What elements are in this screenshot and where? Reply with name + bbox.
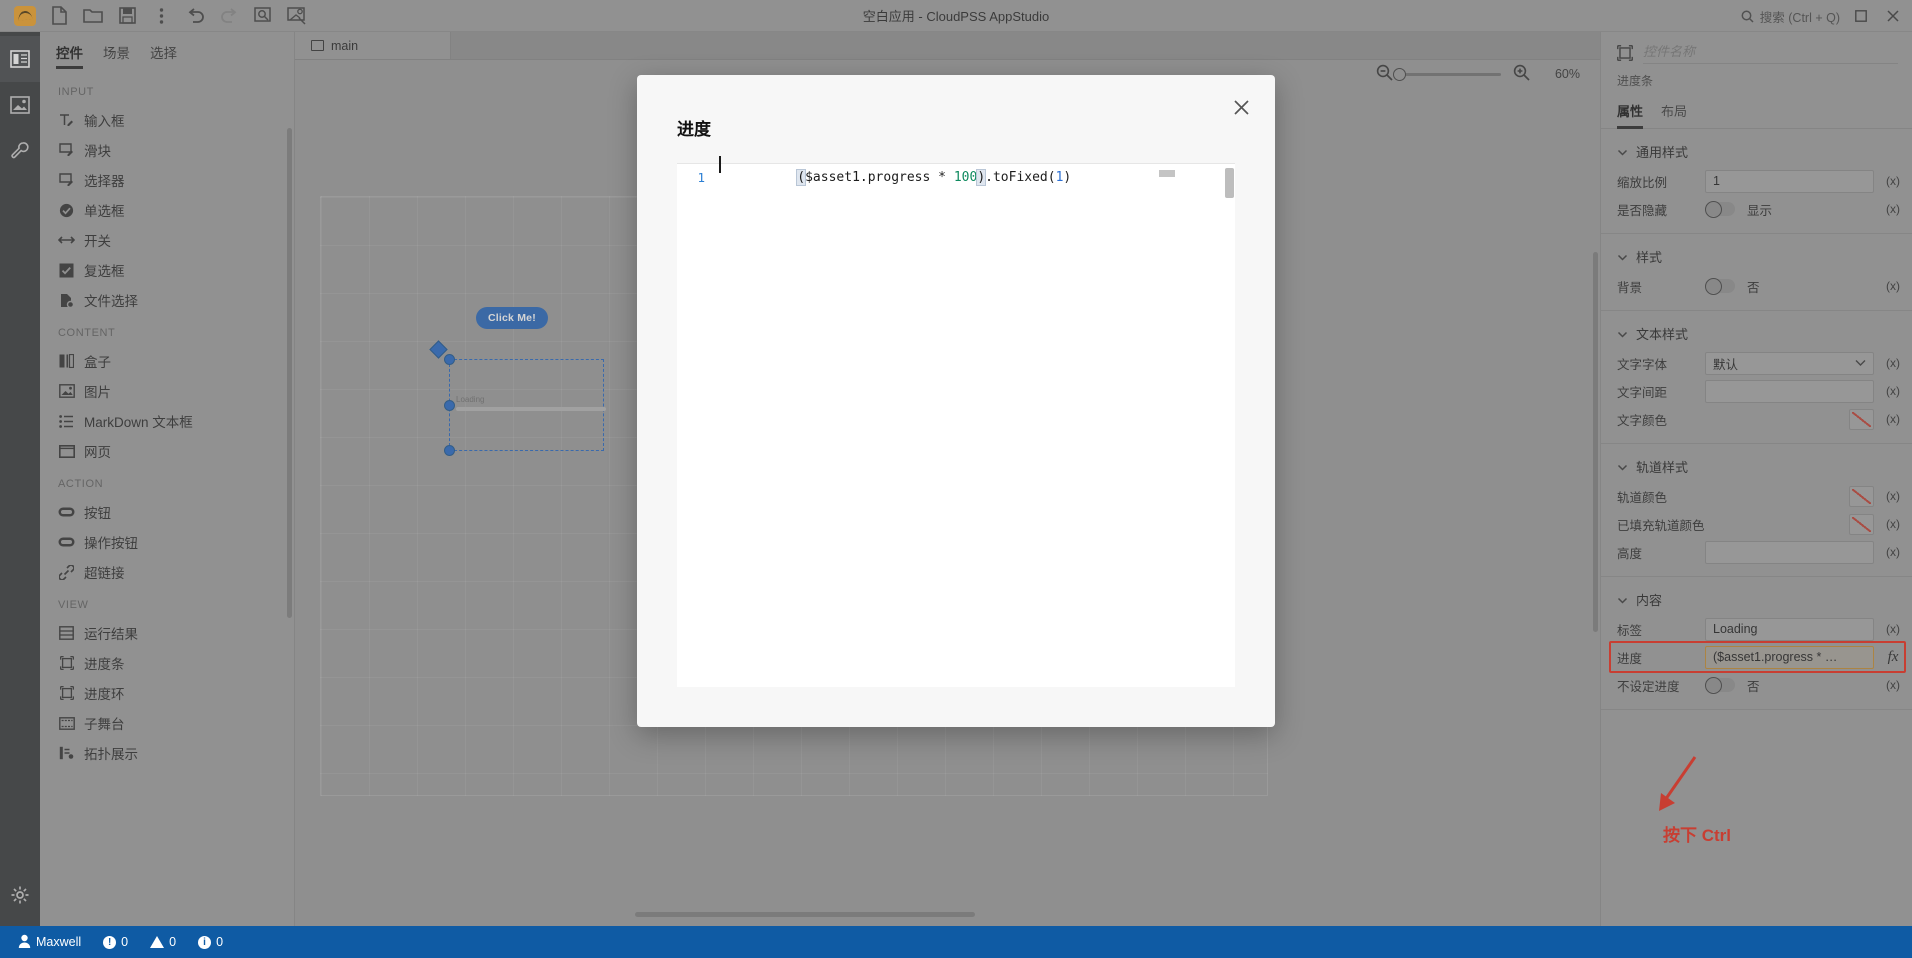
code-content[interactable]: ($asset1.progress * 100).toFixed(1)	[719, 155, 1071, 200]
status-warning-count[interactable]: 0	[142, 935, 184, 949]
editor-vertical-scrollbar[interactable]	[1225, 168, 1234, 198]
expression-editor-dialog: 进度 1 ($asset1.progress * 100).toFixed(1)	[637, 75, 1275, 727]
status-bar: Maxwell ! 0 0 i 0	[0, 926, 1912, 958]
code-editor[interactable]: 1 ($asset1.progress * 100).toFixed(1)	[677, 163, 1235, 687]
status-error-count[interactable]: ! 0	[95, 935, 136, 949]
code-token: )	[977, 170, 985, 185]
status-info-count[interactable]: i 0	[190, 935, 231, 949]
code-token: (	[1048, 170, 1056, 185]
code-token: )	[1063, 170, 1071, 185]
info-icon: i	[198, 936, 211, 949]
status-username: Maxwell	[36, 935, 81, 949]
status-user[interactable]: Maxwell	[10, 934, 89, 951]
code-token: $asset1.progress *	[805, 170, 954, 185]
user-icon	[18, 934, 31, 951]
line-number: 1	[677, 170, 719, 185]
code-line: 1 ($asset1.progress * 100).toFixed(1)	[677, 164, 1235, 186]
app-window: 空白应用 - CloudPSS AppStudio 搜索 (Ctrl + Q)	[0, 0, 1912, 958]
dialog-title: 进度	[677, 115, 711, 140]
error-count: 0	[121, 935, 128, 949]
warning-count: 0	[169, 935, 176, 949]
close-icon[interactable]	[1229, 95, 1253, 119]
error-icon: !	[103, 936, 116, 949]
warning-icon	[150, 936, 164, 948]
editor-minimap	[1159, 170, 1213, 177]
code-token: .toFixed	[985, 170, 1048, 185]
code-token: 100	[954, 170, 977, 185]
text-caret	[719, 156, 721, 173]
info-count: 0	[216, 935, 223, 949]
code-token: (	[797, 170, 805, 185]
